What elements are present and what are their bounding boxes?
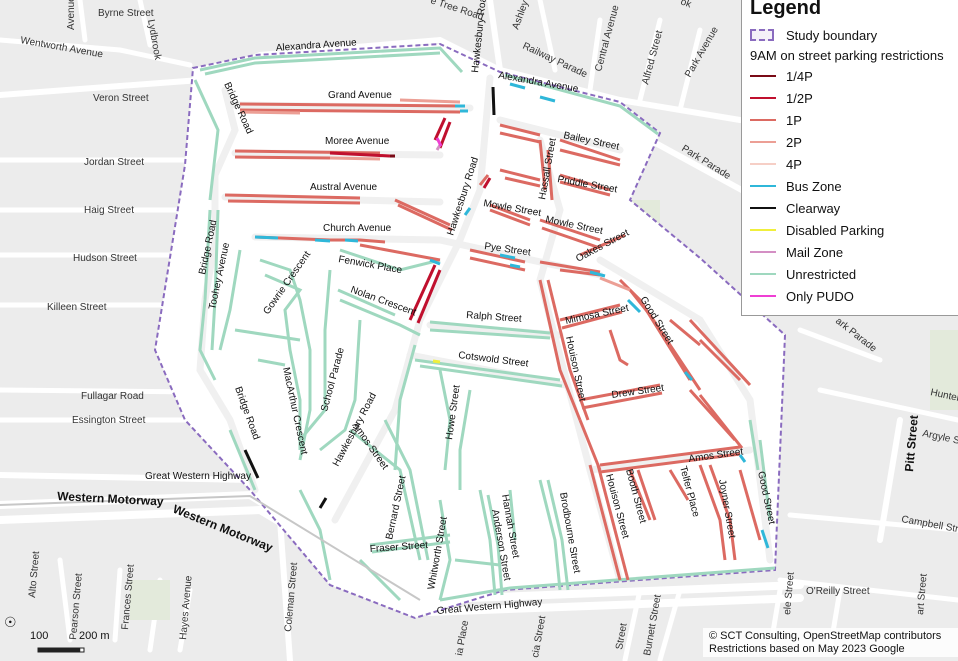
legend-label: Mail Zone [786, 244, 844, 260]
legend-boundary-swatch [750, 29, 776, 41]
legend-study-boundary: Study boundary [750, 24, 958, 46]
legend-item-1-2p: 1/2P [750, 87, 958, 109]
legend-label: 1/2P [786, 90, 813, 106]
legend-item-2p: 2P [750, 131, 958, 153]
label-byrne-street: Byrne Street [98, 8, 154, 19]
label-alfred-street: Alfred Street [640, 29, 665, 86]
label-veron-street: Veron Street [93, 93, 149, 104]
legend-swatch [750, 141, 776, 143]
legend-label: 4P [786, 156, 802, 172]
legend-swatch [750, 207, 776, 209]
legend-item-4p: 4P [750, 153, 958, 175]
label-ashley-lane: Ashley La [510, 0, 536, 31]
label-killeen-street: Killeen Street [47, 302, 107, 313]
legend-label: 1P [786, 112, 802, 128]
legend-swatch [750, 97, 776, 99]
legend-swatch [750, 119, 776, 121]
legend-title: Legend [750, 0, 822, 19]
legend-item-bus-zone: Bus Zone [750, 175, 958, 197]
label-alto-street: Alto Street [27, 551, 42, 599]
legend-label: Bus Zone [786, 178, 842, 194]
legend-swatch [750, 75, 776, 77]
scale-bar: ☉ 100 200 m [4, 606, 114, 658]
label-fullagar-road: Fullagar Road [81, 391, 144, 402]
legend-item-unrestricted: Unrestricted [750, 263, 958, 285]
legend-label: 1/4P [786, 68, 813, 84]
legend-item-1-4p: 1/4P [750, 65, 958, 87]
legend-label: Only PUDO [786, 288, 854, 304]
legend-item-only-pudo: Only PUDO [750, 285, 958, 307]
label-avenue-top: Avenue [66, 0, 77, 30]
label-hayes-avenue: Hayes Avenue [178, 575, 195, 640]
scale-value: 100 [30, 630, 49, 642]
legend-label: Disabled Parking [786, 222, 885, 238]
label-argyle: Argyle S [921, 428, 958, 447]
label-park-avenue: Park Avenue [683, 25, 721, 80]
label-grand-avenue: Grand Avenue [328, 90, 392, 101]
legend-item-disabled-parking: Disabled Parking [750, 219, 958, 241]
legend-item-clearway: Clearway [750, 197, 958, 219]
label-wentworth-avenue: Wentworth Avenue [19, 35, 104, 60]
attribution-line-1: © SCT Consulting, OpenStreetMap contribu… [709, 630, 942, 642]
label-ele-street: ele Street [782, 571, 797, 615]
scale-unit: 200 m [79, 630, 110, 642]
label-church-avenue: Church Avenue [323, 223, 392, 234]
legend-swatch [750, 273, 776, 275]
legend-swatch [750, 251, 776, 253]
legend-subtitle: 9AM on street parking restrictions [750, 48, 944, 63]
legend-label: Unrestricted [786, 266, 857, 282]
label-haig-street: Haig Street [84, 205, 134, 216]
label-railway-parade: Railway Parade [521, 41, 590, 81]
legend-label: 2P [786, 134, 802, 150]
legend-label: Clearway [786, 200, 841, 216]
label-hudson-street: Hudson Street [73, 253, 137, 264]
label-top-right: ok [679, 0, 694, 11]
label-austral-avenue: Austral Avenue [310, 182, 378, 193]
legend-boundary-label: Study boundary [786, 27, 878, 43]
label-ccia-street: cia Street [530, 615, 548, 659]
label-moree-avenue: Moree Avenue [325, 136, 390, 147]
label-ia-place: ia Place [454, 619, 471, 656]
legend-swatch [750, 185, 776, 187]
map-legend: Legend Study boundary 9AM on street park… [741, 0, 958, 316]
legend-item-mail-zone: Mail Zone [750, 241, 958, 263]
label-pitt-street: Pitt Street [902, 415, 921, 473]
label-art-street: art Street [915, 573, 930, 615]
attribution-line-2: Restrictions based on May 2023 Google [709, 643, 905, 655]
legend-swatch [750, 229, 776, 231]
legend-items: 1/4P 1/2P 1P 2P 4P Bus Zone Clearway Disabled P… [750, 65, 958, 307]
label-campbell-street: Campbell Stre [900, 514, 958, 536]
label-jordan-street: Jordan Street [84, 157, 144, 168]
label-essington-street: Essington Street [72, 415, 146, 426]
map-attribution: © SCT Consulting, OpenStreetMap contribu… [703, 628, 958, 657]
label-oreilly-street: O'Reilly Street [806, 586, 870, 597]
legend-swatch [750, 295, 776, 297]
legend-swatch [750, 163, 776, 165]
label-great-western-highway-west: Great Western Highway [145, 471, 251, 482]
legend-item-1p: 1P [750, 109, 958, 131]
